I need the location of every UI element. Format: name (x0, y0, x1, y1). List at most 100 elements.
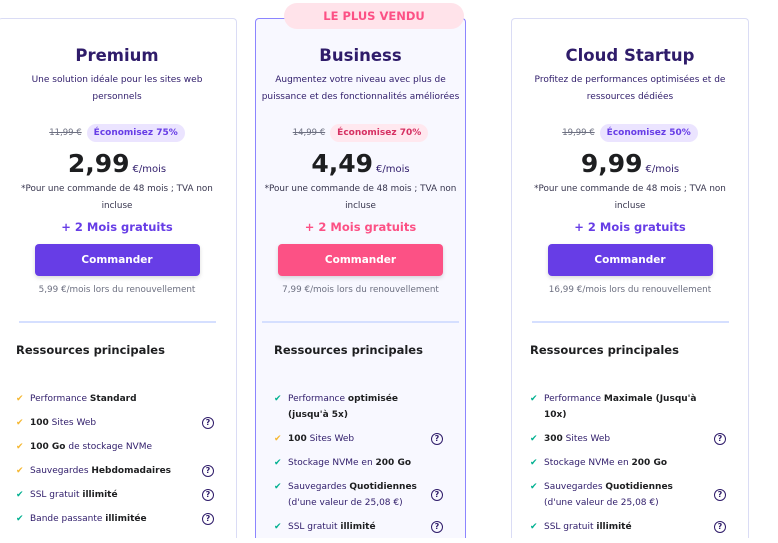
plan-card-premium: Premium Une solution idéale pour les sit… (0, 18, 237, 538)
feature-item: ✔ Sauvegardes Quotidiennes (d'une valeur … (530, 479, 730, 511)
price-value: 9,99 (580, 149, 643, 178)
feature-text: Stockage NVMe en 200 Go (288, 455, 411, 471)
feature-item: ✔ Bande passante illimitée? (16, 511, 218, 527)
check-icon: ✔ (530, 522, 538, 532)
feature-text-part: Sauvegardes (30, 466, 92, 476)
feature-text: Performance Standard (30, 391, 137, 407)
feature-item: ✔ Performance Maximale (Jusqu'à 10x) (530, 391, 730, 423)
price-unit: €/mois (376, 164, 410, 175)
section-heading: Ressources principales (530, 343, 679, 357)
price-unit: €/mois (132, 164, 167, 175)
feature-text: Sauvegardes Hebdomadaires (30, 463, 171, 479)
feature-text-part: 200 Go (631, 458, 668, 468)
feature-text-part: Quotidiennes (605, 482, 673, 492)
check-icon: ✔ (16, 514, 24, 524)
feature-item: ✔ SSL gratuit illimité? (16, 487, 218, 503)
help-icon[interactable]: ? (202, 489, 214, 501)
feature-text-part: Bande passante (30, 514, 106, 524)
feature-text-part: illimité (82, 490, 118, 500)
feature-text-part: Stockage NVMe en (544, 458, 632, 468)
price-value: 4,49 (311, 149, 374, 178)
price-note: *Pour une commande de 48 mois ; TVA non … (264, 184, 457, 211)
plan-title: Business (319, 46, 402, 65)
help-icon[interactable]: ? (431, 489, 443, 501)
section-heading: Ressources principales (16, 343, 165, 357)
feature-text-part: illimitée (105, 514, 147, 524)
feature-text: SSL gratuit illimité (544, 519, 632, 535)
discount-badge: Économisez 75% (86, 124, 185, 142)
feature-text-part: SSL gratuit (288, 522, 341, 532)
feature-text: SSL gratuit illimité (288, 519, 376, 535)
feature-text-part: Sauvegardes (288, 482, 350, 492)
feature-item: ✔ SSL gratuit illimité? (530, 519, 730, 535)
feature-text-part: 100 (30, 418, 49, 428)
feature-text: Sauvegardes Quotidiennes (d'une valeur d… (544, 479, 700, 511)
feature-text: Performance optimisée (jusqu'à 5x) (288, 391, 417, 423)
old-price: 11,99 € (49, 128, 82, 138)
feature-text: Stockage NVMe en 200 Go (544, 455, 667, 471)
feature-text-part: (d'une valeur de 25,08 €) (288, 498, 403, 508)
feature-text-part: 200 Go (375, 458, 412, 468)
check-icon: ✔ (530, 458, 538, 468)
divider (18, 321, 216, 323)
price: 4,49 €/mois (311, 149, 409, 181)
help-icon[interactable]: ? (714, 489, 726, 501)
check-icon: ✔ (530, 394, 538, 404)
discount-row: 11,99 € Économisez 75% (49, 122, 185, 144)
check-icon: ✔ (530, 434, 538, 444)
discount-row: 19,99 € Économisez 50% (562, 122, 698, 144)
feature-text: Performance Maximale (Jusqu'à 10x) (544, 391, 700, 423)
feature-text-part: Hebdomadaires (91, 466, 172, 476)
check-icon: ✔ (16, 490, 24, 500)
free-months: + 2 Mois gratuits (61, 220, 173, 234)
order-button[interactable]: Commander (278, 244, 443, 276)
feature-text: 300 Sites Web (544, 431, 610, 447)
price: 9,99 €/mois (581, 149, 679, 181)
check-icon: ✔ (274, 394, 282, 404)
help-icon[interactable]: ? (202, 417, 214, 429)
feature-item: ✔ Stockage NVMe en 200 Go (274, 455, 447, 471)
old-price: 14,99 € (292, 128, 326, 138)
feature-item: ✔ Sauvegardes Quotidiennes (d'une valeur … (274, 479, 447, 511)
check-icon: ✔ (274, 522, 282, 532)
feature-list: ✔ Performance optimisée (jusqu'à 5x) ✔ 100 … (274, 391, 447, 543)
feature-item: ✔ 100 Sites Web? (274, 431, 447, 447)
feature-item: ✔ Stockage NVMe en 200 Go (530, 455, 730, 471)
price: 2,99 €/mois (68, 149, 166, 181)
feature-item: ✔ Performance Standard (16, 391, 218, 407)
help-icon[interactable]: ? (714, 521, 726, 533)
feature-text-part: Performance (30, 394, 90, 404)
plan-title: Premium (75, 46, 159, 65)
feature-item: ✔ 300 Sites Web? (530, 431, 730, 447)
feature-text-part: illimité (340, 522, 376, 532)
feature-text-part: illimité (596, 522, 632, 532)
section-heading: Ressources principales (274, 343, 423, 357)
feature-item: ✔ SSL gratuit illimité? (274, 519, 447, 535)
check-icon: ✔ (16, 466, 24, 476)
free-months: + 2 Mois gratuits (574, 220, 686, 234)
renewal-price: 7,99 €/mois lors du renouvellement (282, 285, 439, 295)
check-icon: ✔ (16, 418, 24, 428)
feature-text: Bande passante illimitée (30, 511, 147, 527)
check-icon: ✔ (530, 482, 538, 492)
feature-text: Sauvegardes Quotidiennes (d'une valeur d… (288, 479, 417, 511)
feature-list: ✔ Performance Maximale (Jusqu'à 10x) ✔ 300 … (530, 391, 730, 543)
help-icon[interactable]: ? (714, 433, 726, 445)
check-icon: ✔ (16, 394, 24, 404)
order-button[interactable]: Commander (547, 244, 713, 276)
feature-text-part: Standard (89, 394, 137, 404)
order-button[interactable]: Commander (34, 244, 200, 276)
check-icon: ✔ (274, 482, 282, 492)
feature-text-part: 100 Go (30, 442, 66, 452)
help-icon[interactable]: ? (431, 433, 443, 445)
plan-description: Profitez de performances optimisées et d… (534, 75, 726, 102)
discount-badge: Économisez 50% (599, 124, 698, 142)
help-icon[interactable]: ? (431, 521, 443, 533)
feature-text-part: Stockage NVMe en (288, 458, 376, 468)
renewal-price: 5,99 €/mois lors du renouvellement (38, 285, 196, 295)
help-icon[interactable]: ? (202, 465, 214, 477)
help-icon[interactable]: ? (202, 513, 214, 525)
feature-item: ✔ 100 Sites Web? (16, 415, 218, 431)
price-note: *Pour une commande de 48 mois ; TVA non … (534, 184, 726, 211)
feature-text-part: Performance (288, 394, 348, 404)
